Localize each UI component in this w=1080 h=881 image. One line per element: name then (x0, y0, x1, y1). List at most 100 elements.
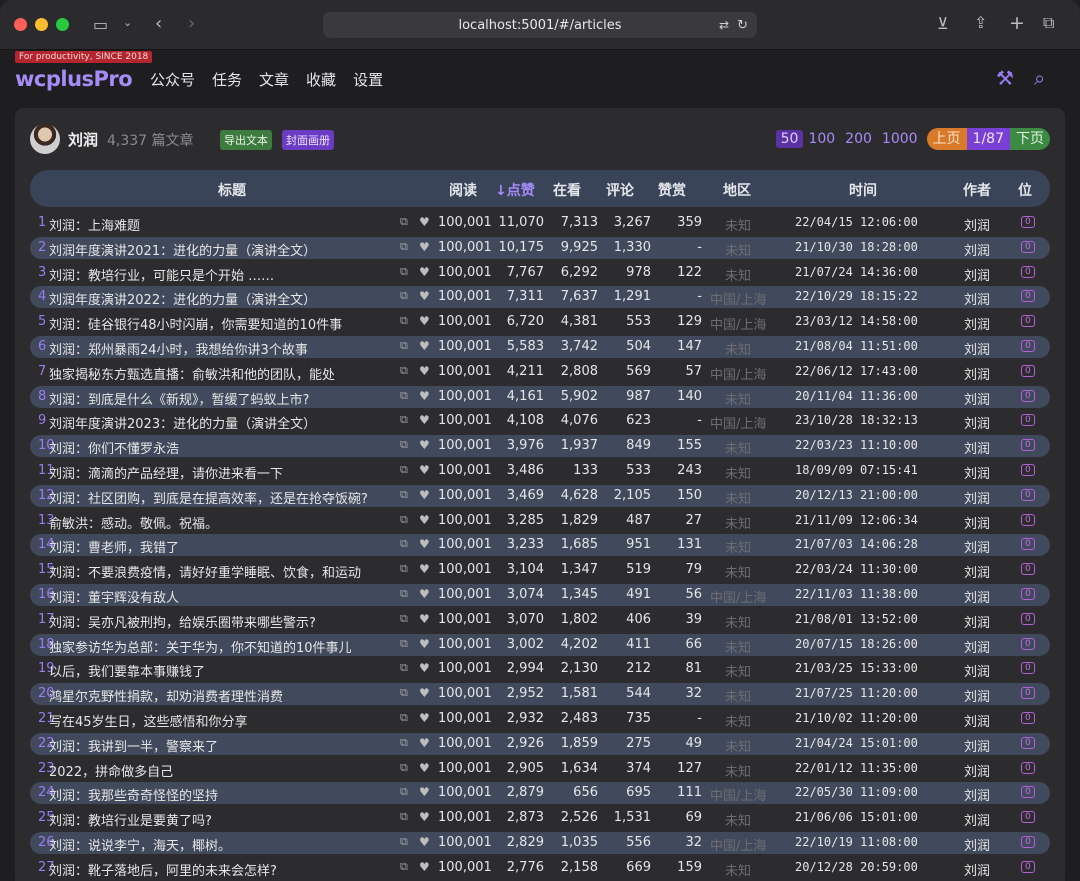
table-row[interactable]: 1 刘润：上海难题 ⧉ ♥ 100,001 11,070 7,313 3,267 359 未知 22… (30, 212, 1050, 234)
row-index[interactable]: 3 (38, 265, 46, 280)
cover-album-button[interactable]: 封面画册 (282, 130, 334, 150)
copy-icon[interactable]: ⧉ (400, 215, 408, 229)
position-badge[interactable]: 0 (1021, 736, 1035, 749)
position-badge[interactable]: 0 (1021, 439, 1035, 452)
copy-icon[interactable]: ⧉ (400, 265, 408, 279)
heart-icon[interactable]: ♥ (419, 562, 430, 576)
export-text-button[interactable]: 导出文本 (220, 130, 272, 150)
position-badge[interactable]: 0 (1021, 364, 1035, 377)
table-row[interactable]: 18 独家参访华为总部：关于华为，你不知道的10件事儿 ⧉ ♥ 100,001 3,002… (30, 633, 1050, 656)
copy-icon[interactable]: ⧉ (400, 488, 408, 502)
article-title[interactable]: 鸿星尔克野性捐款，却劝消费者理性消费 (49, 686, 283, 705)
copy-icon[interactable]: ⧉ (400, 661, 408, 675)
table-row[interactable]: 15 刘润：不要浪费疫情，请好好重学睡眠、饮食，和运动 ⧉ ♥ 100,001 3,104… (30, 559, 1050, 581)
table-row[interactable]: 4 刘润年度演讲2022：进化的力量（演讲全文） ⧉ ♥ 100,001 7,311 7,6… (30, 286, 1050, 309)
article-title[interactable]: 刘润：曹老师，我错了 (49, 537, 179, 556)
row-index[interactable]: 9 (38, 413, 46, 428)
row-index[interactable]: 5 (38, 314, 46, 329)
table-row[interactable]: 22 刘润：我讲到一半，警察来了 ⧉ ♥ 100,001 2,926 1,859 275 49 未… (30, 732, 1050, 755)
copy-icon[interactable]: ⧉ (400, 835, 408, 849)
table-row[interactable]: 19 以后，我们要靠本事赚钱了 ⧉ ♥ 100,001 2,994 2,130 212 81 未知… (30, 658, 1050, 680)
table-row[interactable]: 8 刘润：到底是什么《新规》，暂缓了蚂蚁上市? ⧉ ♥ 100,001 4,161 5,90… (30, 385, 1050, 408)
heart-icon[interactable]: ♥ (419, 736, 430, 750)
col-title[interactable]: 标题 (218, 180, 246, 200)
table-row[interactable]: 23 2022，拼命做多自己 ⧉ ♥ 100,001 2,905 1,634 374 127 未知… (30, 758, 1050, 780)
copy-icon[interactable]: ⧉ (400, 339, 408, 353)
table-row[interactable]: 27 刘润：靴子落地后，阿里的未来会怎样? ⧉ ♥ 100,001 2,776 2,158 6… (30, 857, 1050, 879)
tabs-overview-icon[interactable]: ⧉ (1043, 13, 1054, 33)
heart-icon[interactable]: ♥ (419, 785, 430, 799)
copy-icon[interactable]: ⧉ (400, 562, 408, 576)
download-icon[interactable]: ⊻ (937, 14, 949, 33)
article-title[interactable]: 写在45岁生日，这些感悟和你分享 (49, 711, 248, 730)
table-row[interactable]: 12 刘润：社区团购，到底是在提高效率，还是在抢夺饭碗? ⧉ ♥ 100,001 3,46… (30, 484, 1050, 507)
chevron-down-icon[interactable]: ⌄ (123, 16, 132, 29)
article-title[interactable]: 刘润：说说李宁，海天，椰树。 (49, 835, 231, 854)
article-title[interactable]: 刘润：到底是什么《新规》，暂缓了蚂蚁上市? (49, 389, 309, 408)
close-window-button[interactable] (14, 18, 27, 31)
position-badge[interactable]: 0 (1021, 265, 1035, 278)
article-title[interactable]: 刘润年度演讲2021：进化的力量（演讲全文） (49, 240, 316, 259)
copy-icon[interactable]: ⧉ (400, 314, 408, 328)
col-position[interactable]: 位 (1018, 180, 1032, 200)
back-icon[interactable]: ‹ (155, 13, 162, 34)
col-read[interactable]: 阅读 (449, 180, 477, 200)
heart-icon[interactable]: ♥ (419, 339, 430, 353)
position-badge[interactable]: 0 (1021, 513, 1035, 526)
heart-icon[interactable]: ♥ (419, 612, 430, 626)
reload-icon[interactable]: ↻ (737, 18, 748, 33)
page-size-50[interactable]: 50 (775, 130, 804, 148)
copy-icon[interactable]: ⧉ (400, 463, 408, 477)
table-row[interactable]: 11 刘润：滴滴的产品经理，请你进来看一下 ⧉ ♥ 100,001 3,486 133 533… (30, 460, 1050, 482)
article-title[interactable]: 刘润：上海难题 (49, 215, 140, 234)
heart-icon[interactable]: ♥ (419, 215, 430, 229)
copy-icon[interactable]: ⧉ (400, 413, 408, 427)
col-reward[interactable]: 赞赏 (658, 180, 686, 200)
article-title[interactable]: 独家参访华为总部：关于华为，你不知道的10件事儿 (49, 637, 352, 656)
article-title[interactable]: 刘润：你们不懂罗永浩 (49, 438, 179, 457)
heart-icon[interactable]: ♥ (419, 661, 430, 675)
position-badge[interactable]: 0 (1021, 290, 1035, 303)
position-badge[interactable]: 0 (1021, 538, 1035, 551)
heart-icon[interactable]: ♥ (419, 835, 430, 849)
row-index[interactable]: 7 (38, 364, 46, 379)
table-row[interactable]: 26 刘润：说说李宁，海天，椰树。 ⧉ ♥ 100,001 2,829 1,035 556 32… (30, 832, 1050, 854)
heart-icon[interactable]: ♥ (419, 587, 430, 601)
copy-icon[interactable]: ⧉ (400, 240, 408, 254)
new-tab-icon[interactable]: + (1009, 12, 1025, 34)
page-size-200[interactable]: 200 (840, 130, 877, 148)
table-row[interactable]: 16 刘润：董宇辉没有敌人 ⧉ ♥ 100,001 3,074 1,345 491 56 中国/上… (30, 584, 1050, 606)
copy-icon[interactable]: ⧉ (400, 364, 408, 378)
article-title[interactable]: 2022，拼命做多自己 (49, 761, 173, 780)
position-badge[interactable]: 0 (1021, 240, 1035, 253)
article-title[interactable]: 刘润：教培行业是要黄了吗? (49, 810, 212, 829)
heart-icon[interactable]: ♥ (419, 240, 430, 254)
copy-icon[interactable]: ⧉ (400, 612, 408, 626)
article-title[interactable]: 刘润年度演讲2023：进化的力量（演讲全文） (49, 413, 316, 432)
position-badge[interactable]: 0 (1021, 786, 1035, 799)
heart-icon[interactable]: ♥ (419, 438, 430, 452)
position-badge[interactable]: 0 (1021, 588, 1035, 600)
copy-icon[interactable]: ⧉ (400, 736, 408, 750)
row-index[interactable]: 6 (38, 339, 46, 354)
position-badge[interactable]: 0 (1021, 860, 1035, 873)
table-row[interactable]: 6 刘润：郑州暴雨24小时，我想给你讲3个故事 ⧉ ♥ 100,001 5,583 3,74… (30, 336, 1050, 358)
table-row[interactable]: 9 刘润年度演讲2023：进化的力量（演讲全文） ⧉ ♥ 100,001 4,108 4,0… (30, 410, 1050, 432)
zoom-window-button[interactable] (56, 18, 69, 31)
page-size-1000[interactable]: 1000 (877, 130, 923, 148)
heart-icon[interactable]: ♥ (419, 463, 430, 477)
table-row[interactable]: 20 鸿星尔克野性捐款，却劝消费者理性消费 ⧉ ♥ 100,001 2,952 1,581 5… (30, 683, 1050, 706)
article-title[interactable]: 俞敏洪：感动。敬佩。祝福。 (49, 513, 218, 532)
article-title[interactable]: 刘润年度演讲2022：进化的力量（演讲全文） (49, 289, 316, 308)
heart-icon[interactable]: ♥ (419, 413, 430, 427)
position-badge[interactable]: 0 (1021, 488, 1035, 501)
table-row[interactable]: 14 刘润：曹老师，我错了 ⧉ ♥ 100,001 3,233 1,685 951 131 未知 2… (30, 534, 1050, 557)
nav-item-articles[interactable]: 文章 (259, 69, 289, 90)
article-title[interactable]: 以后，我们要靠本事赚钱了 (49, 661, 205, 680)
row-index[interactable]: 1 (38, 215, 46, 230)
heart-icon[interactable]: ♥ (419, 513, 430, 527)
heart-icon[interactable]: ♥ (419, 314, 430, 328)
article-title[interactable]: 刘润：董宇辉没有敌人 (49, 587, 179, 606)
position-badge[interactable]: 0 (1021, 811, 1035, 824)
nav-item-settings[interactable]: 设置 (353, 69, 383, 90)
